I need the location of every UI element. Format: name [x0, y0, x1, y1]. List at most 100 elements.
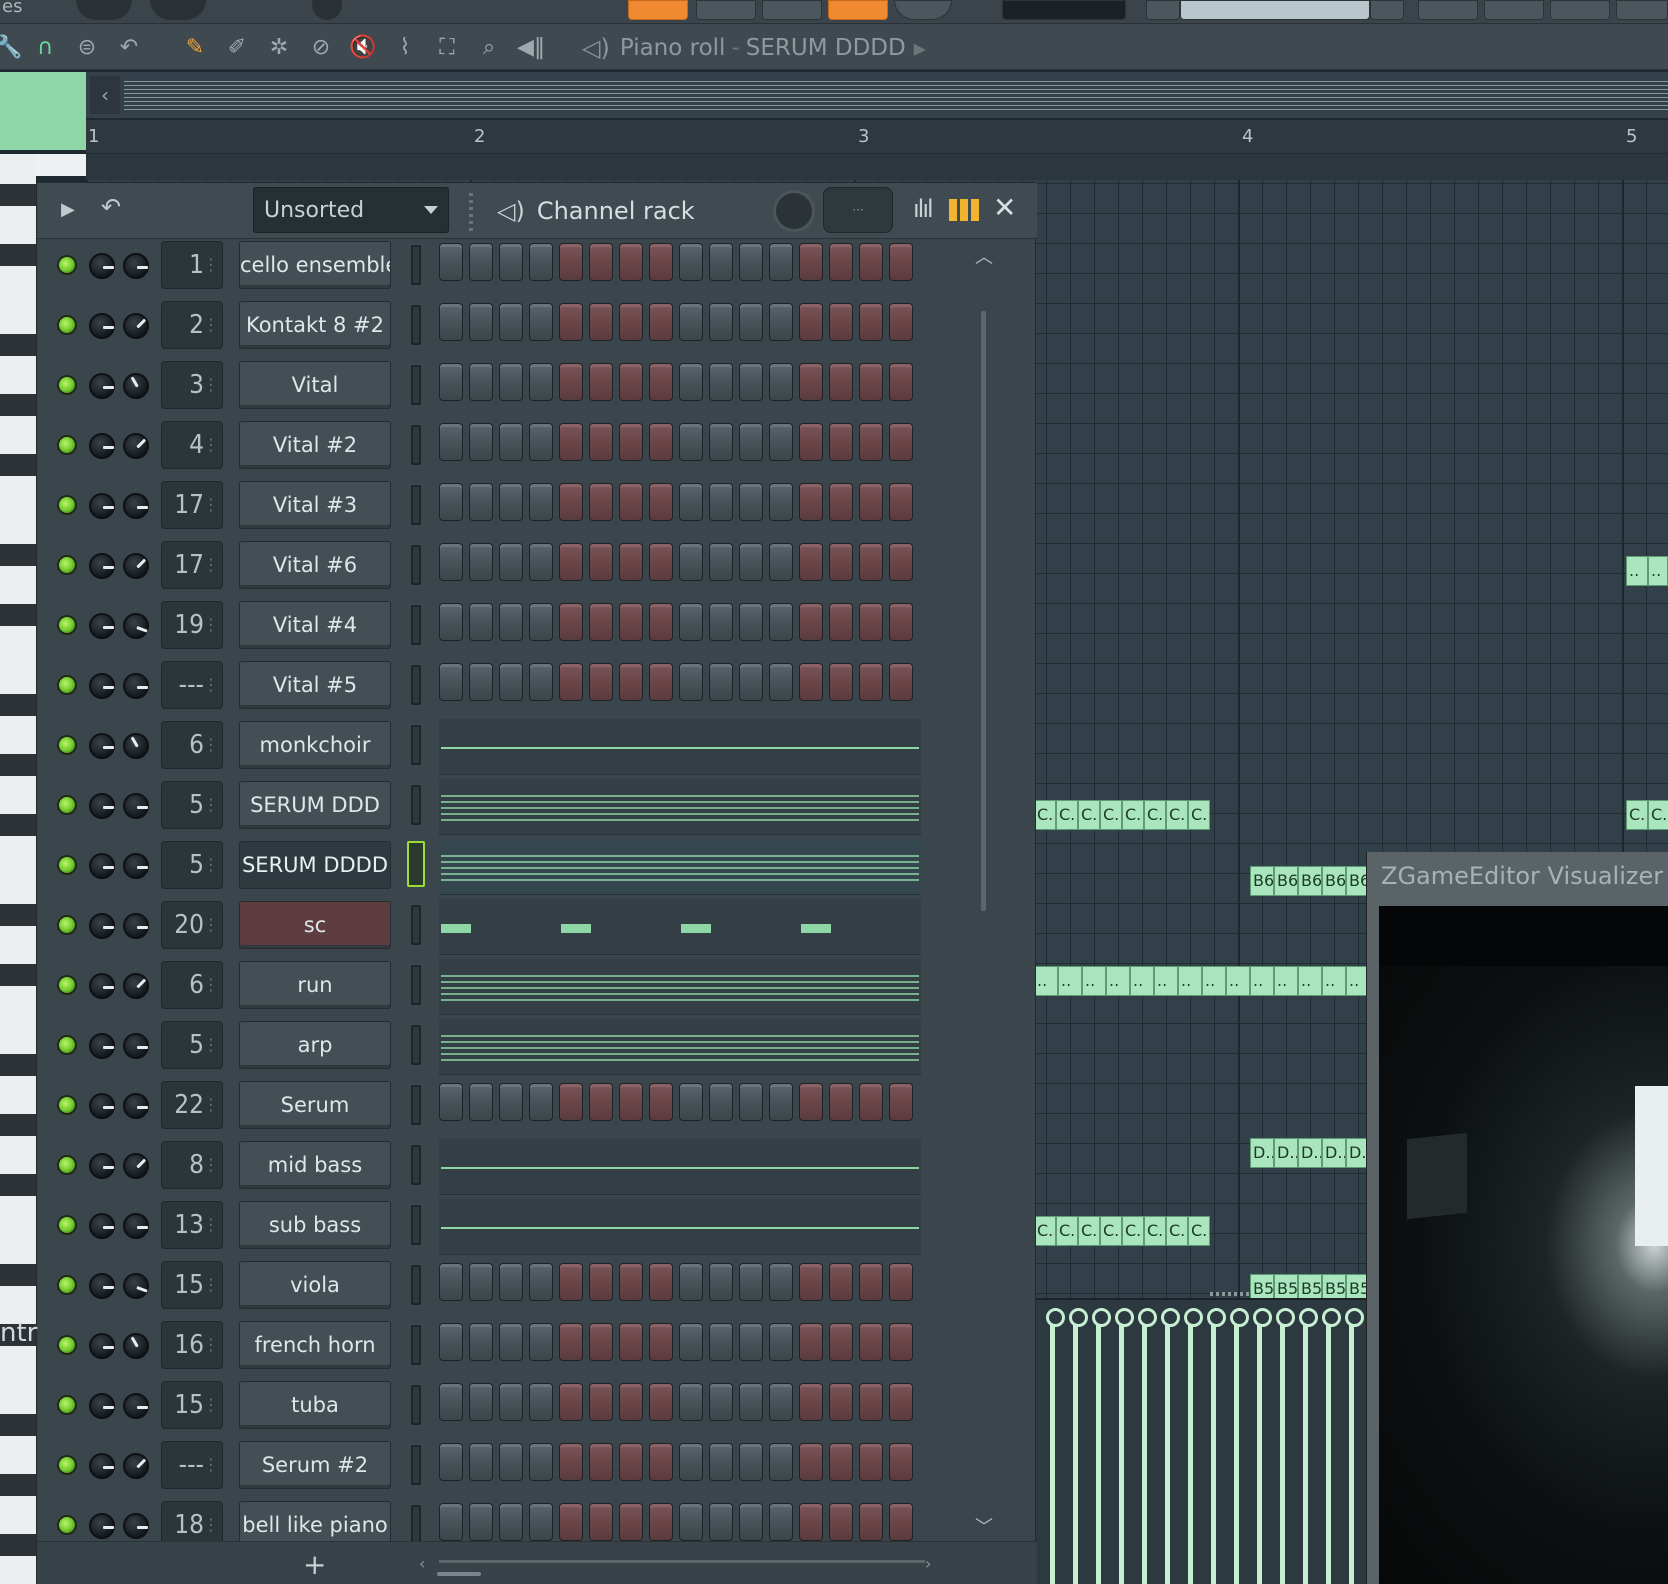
step-button[interactable] [829, 303, 853, 341]
step-button[interactable] [769, 483, 793, 521]
graph-editor-icon[interactable]: ılıl [913, 195, 934, 223]
step-button[interactable] [439, 603, 463, 641]
step-button[interactable] [649, 243, 673, 281]
channel-mute-led[interactable] [57, 675, 77, 695]
channel-name-button[interactable]: SERUM DDD [239, 781, 391, 829]
step-button[interactable] [739, 1443, 763, 1481]
channel-name-button[interactable]: Vital #5 [239, 661, 391, 709]
note-c1[interactable]: C.. [1144, 1216, 1166, 1246]
note-c1[interactable]: C.. [1034, 1216, 1056, 1246]
note-short[interactable]: .. [1034, 966, 1058, 996]
step-button[interactable] [679, 603, 703, 641]
channel-pan-knob[interactable] [89, 1213, 115, 1239]
step-button[interactable] [649, 363, 673, 401]
step-button[interactable] [589, 483, 613, 521]
step-button[interactable] [679, 363, 703, 401]
channel-volume-knob[interactable] [123, 1333, 149, 1359]
mixer-track-selector[interactable]: 17 [161, 541, 223, 589]
step-button[interactable] [739, 1323, 763, 1361]
step-button[interactable] [679, 1383, 703, 1421]
step-button[interactable] [589, 1263, 613, 1301]
step-button[interactable] [739, 423, 763, 461]
step-button[interactable] [679, 543, 703, 581]
toolbar-knob-3[interactable] [312, 0, 342, 20]
channel-mute-led[interactable] [57, 255, 77, 275]
piano-roll-overview[interactable]: ‹ [0, 72, 1668, 150]
step-button[interactable] [799, 303, 823, 341]
step-button[interactable] [529, 1503, 553, 1541]
note-c1[interactable]: C.. [1122, 1216, 1144, 1246]
channel-pan-knob[interactable] [89, 553, 115, 579]
step-button[interactable] [529, 243, 553, 281]
step-button[interactable] [769, 303, 793, 341]
step-button[interactable] [619, 1503, 643, 1541]
step-button[interactable] [439, 1263, 463, 1301]
mixer-button[interactable] [1550, 0, 1610, 20]
channel-pan-knob[interactable] [89, 853, 115, 879]
channel-pan-knob[interactable] [89, 313, 115, 339]
step-button[interactable] [529, 603, 553, 641]
channel-pan-knob[interactable] [89, 493, 115, 519]
step-button[interactable] [859, 603, 883, 641]
channel-rack-title[interactable]: ◁) Channel rack [497, 191, 695, 231]
note-b6[interactable]: B6 [1274, 866, 1298, 896]
toolbar-button-b[interactable] [762, 0, 822, 20]
step-button[interactable] [739, 483, 763, 521]
step-button[interactable] [829, 1443, 853, 1481]
step-button[interactable] [739, 663, 763, 701]
channel-name-button[interactable]: Kontakt 8 #2 [239, 301, 391, 349]
channel-select-box[interactable] [411, 1145, 421, 1185]
step-button[interactable] [739, 1503, 763, 1541]
step-button[interactable] [589, 1503, 613, 1541]
velocity-bar[interactable] [1184, 1308, 1203, 1584]
step-button[interactable] [859, 243, 883, 281]
piano-black-key[interactable] [0, 1054, 36, 1076]
piano-roll-preview[interactable] [439, 899, 921, 955]
channel-select-box[interactable] [411, 1205, 421, 1245]
resize-grip[interactable] [1210, 1292, 1250, 1296]
step-button[interactable] [559, 303, 583, 341]
step-button[interactable] [469, 603, 493, 641]
note-b6[interactable]: B6 [1322, 866, 1346, 896]
step-button[interactable] [739, 1083, 763, 1121]
step-button[interactable] [859, 1443, 883, 1481]
mixer-track-selector[interactable]: 17 [161, 481, 223, 529]
note-short[interactable]: .. [1322, 966, 1346, 996]
step-button[interactable] [859, 483, 883, 521]
mixer-track-selector[interactable]: 1 [161, 241, 223, 289]
step-button[interactable] [859, 1083, 883, 1121]
step-button[interactable] [829, 363, 853, 401]
note-short[interactable]: .. [1274, 966, 1298, 996]
channel-volume-knob[interactable] [123, 853, 149, 879]
step-button[interactable] [829, 1383, 853, 1421]
channel-select-box[interactable] [411, 545, 421, 585]
step-button[interactable] [829, 1083, 853, 1121]
step-button[interactable] [679, 663, 703, 701]
channel-select-box[interactable] [411, 1445, 421, 1485]
step-button[interactable] [649, 543, 673, 581]
note-d[interactable]: D.. [1274, 1138, 1298, 1168]
step-button[interactable] [499, 303, 523, 341]
channel-name-button[interactable]: Vital #4 [239, 601, 391, 649]
channel-mute-led[interactable] [57, 1095, 77, 1115]
step-button[interactable] [559, 1083, 583, 1121]
step-button[interactable] [859, 363, 883, 401]
step-button[interactable] [529, 303, 553, 341]
chevron-left-icon[interactable]: ‹ [419, 1554, 425, 1573]
piano-roll-preview[interactable] [439, 779, 921, 835]
step-button[interactable] [889, 1323, 913, 1361]
step-button[interactable] [889, 303, 913, 341]
note-c1[interactable]: C.. [1100, 1216, 1122, 1246]
step-button[interactable] [709, 363, 733, 401]
step-button[interactable] [619, 1083, 643, 1121]
channel-name-button[interactable]: run [239, 961, 391, 1009]
step-button[interactable] [499, 663, 523, 701]
velocity-lane[interactable] [1034, 1292, 1368, 1584]
step-button[interactable] [559, 543, 583, 581]
channel-mute-led[interactable] [57, 855, 77, 875]
timeline-ruler[interactable]: 1 2 3 4 5 [86, 120, 1668, 154]
step-button[interactable] [889, 363, 913, 401]
channel-mute-led[interactable] [57, 315, 77, 335]
step-button[interactable] [709, 603, 733, 641]
step-button[interactable] [529, 1443, 553, 1481]
